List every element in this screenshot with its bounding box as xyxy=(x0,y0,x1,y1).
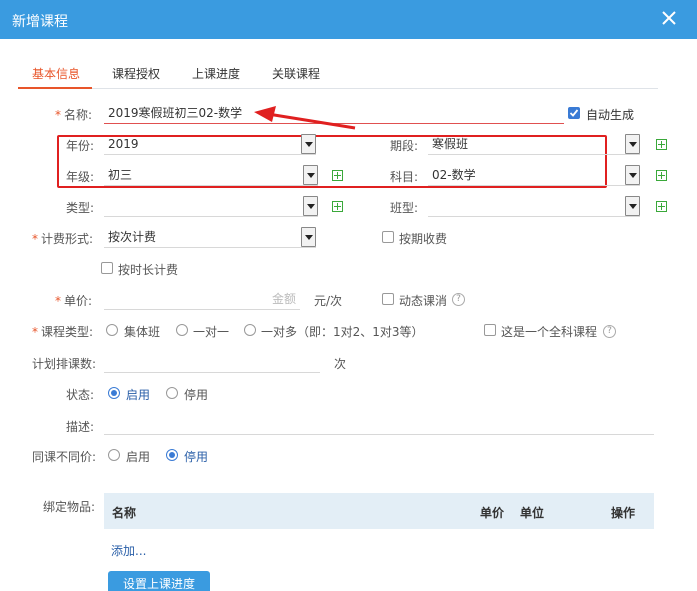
chevron-down-icon[interactable] xyxy=(303,196,318,216)
add-period-icon[interactable] xyxy=(656,139,667,150)
dynamic-cancel-label: 动态课消 xyxy=(399,294,448,308)
auto-generate-checkbox[interactable] xyxy=(568,107,580,119)
active-tab-indicator xyxy=(18,87,92,89)
annotation-arrow xyxy=(254,106,356,130)
status-disabled-radio[interactable] xyxy=(166,387,178,399)
price-input[interactable]: 金额 xyxy=(104,288,300,310)
course-type-label: * 课程类型: xyxy=(32,325,94,339)
by-period-checkbox[interactable] xyxy=(382,231,394,243)
add-subject-icon[interactable] xyxy=(656,170,667,181)
billing-select[interactable]: 按次计费 xyxy=(104,226,316,248)
tab-bar: 基本信息 课程授权 上课进度 关联课程 xyxy=(18,56,658,89)
status-enabled-label: 启用 xyxy=(126,388,151,402)
grade-value: 初三 xyxy=(108,168,133,182)
bind-items-label: 绑定物品: xyxy=(43,500,96,514)
column-header-price: 单价 xyxy=(480,506,505,520)
course-type-one-radio[interactable] xyxy=(176,324,188,336)
add-type-icon[interactable] xyxy=(332,201,343,212)
subject-label: 科目: xyxy=(390,170,419,184)
description-input[interactable] xyxy=(104,413,654,435)
column-header-name: 名称 xyxy=(112,506,137,520)
by-duration-label: 按时长计费 xyxy=(118,263,179,277)
subject-select[interactable]: 02-数学 xyxy=(428,164,640,186)
course-type-many-radio[interactable] xyxy=(244,324,256,336)
class-type-select[interactable] xyxy=(428,195,640,217)
help-icon[interactable]: ? xyxy=(452,293,465,306)
class-type-label: 班型: xyxy=(390,201,419,215)
same-course-price-label: 同课不同价: xyxy=(32,450,97,464)
auto-generate-label: 自动生成 xyxy=(586,108,635,122)
by-duration-checkbox[interactable] xyxy=(101,262,113,274)
planned-count-input[interactable] xyxy=(104,351,320,373)
course-type-one-label: 一对一 xyxy=(193,325,230,339)
tab-basic-info[interactable]: 基本信息 xyxy=(32,65,80,82)
add-class-type-icon[interactable] xyxy=(656,201,667,212)
period-value: 寒假班 xyxy=(432,137,469,151)
close-icon[interactable] xyxy=(659,8,679,28)
chevron-down-icon[interactable] xyxy=(303,165,318,185)
checkmark-icon xyxy=(569,109,579,117)
status-disabled-label: 停用 xyxy=(184,388,209,402)
tab-course-authorization[interactable]: 课程授权 xyxy=(112,65,160,82)
period-label: 期段: xyxy=(390,139,419,153)
add-grade-icon[interactable] xyxy=(332,170,343,181)
chevron-down-icon[interactable] xyxy=(625,165,640,185)
all-subject-checkbox[interactable] xyxy=(484,324,496,336)
column-header-unit: 单位 xyxy=(520,506,545,520)
price-placeholder: 金额 xyxy=(271,292,296,306)
chevron-down-icon[interactable] xyxy=(301,227,316,247)
name-label: * 名称: xyxy=(55,108,93,122)
tab-related-courses[interactable]: 关联课程 xyxy=(272,65,320,82)
course-type-many-label: 一对多（即：1对2、1对3等） xyxy=(261,325,424,339)
same-price-enabled-label: 启用 xyxy=(126,450,151,464)
grade-label: 年级: xyxy=(66,170,95,184)
add-item-link[interactable]: 添加... xyxy=(111,542,146,559)
billing-label: * 计费形式: xyxy=(32,232,94,246)
dialog-titlebar: 新增课程 xyxy=(0,0,697,39)
tab-class-progress[interactable]: 上课进度 xyxy=(192,65,240,82)
chevron-down-icon[interactable] xyxy=(625,134,640,154)
chevron-down-icon[interactable] xyxy=(625,196,640,216)
dialog-title: 新增课程 xyxy=(12,14,68,30)
same-price-disabled-label: 停用 xyxy=(184,450,209,464)
course-type-group-label: 集体班 xyxy=(124,325,161,339)
price-unit: 元/次 xyxy=(314,294,343,308)
period-select[interactable]: 寒假班 xyxy=(428,133,640,155)
price-label: * 单价: xyxy=(55,294,93,308)
column-header-actions: 操作 xyxy=(611,506,636,520)
same-price-enabled-radio[interactable] xyxy=(108,449,120,461)
course-type-group-radio[interactable] xyxy=(106,324,118,336)
year-value: 2019 xyxy=(108,137,139,151)
planned-count-unit: 次 xyxy=(334,357,347,371)
same-price-disabled-radio[interactable] xyxy=(166,449,178,461)
by-period-label: 按期收费 xyxy=(399,232,448,246)
status-label: 状态: xyxy=(66,388,95,402)
billing-value: 按次计费 xyxy=(108,230,157,244)
set-progress-button[interactable]: 设置上课进度 xyxy=(108,571,210,591)
type-label: 类型: xyxy=(66,201,95,215)
description-label: 描述: xyxy=(66,420,95,434)
planned-count-label: 计划排课数: xyxy=(32,357,97,371)
help-icon[interactable]: ? xyxy=(603,325,616,338)
status-enabled-radio[interactable] xyxy=(108,387,120,399)
year-select[interactable]: 2019 xyxy=(104,133,316,155)
chevron-down-icon[interactable] xyxy=(301,134,316,154)
all-subject-label: 这是一个全科课程 xyxy=(501,325,598,339)
items-table-header: 名称 单价 单位 操作 xyxy=(104,493,654,529)
type-select[interactable] xyxy=(104,195,318,217)
dynamic-cancel-checkbox[interactable] xyxy=(382,293,394,305)
grade-select[interactable]: 初三 xyxy=(104,164,318,186)
year-label: 年份: xyxy=(66,139,95,153)
subject-value: 02-数学 xyxy=(432,168,476,182)
